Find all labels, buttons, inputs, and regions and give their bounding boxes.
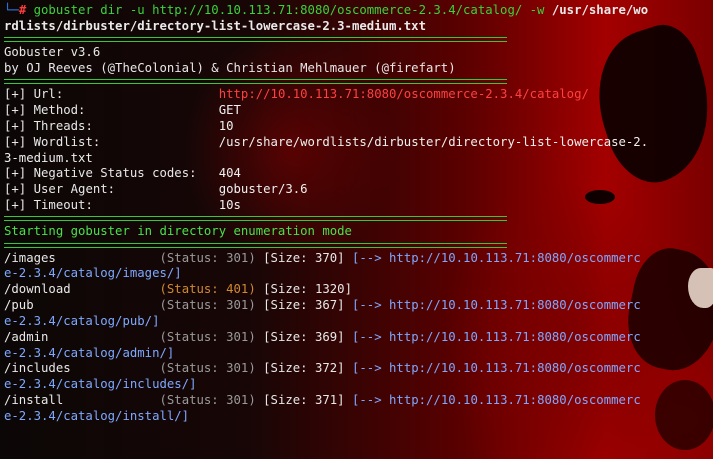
- banner-version: Gobuster v3.6: [4, 45, 101, 60]
- result-row-continuation: e-2.3.4/catalog/admin/]: [4, 345, 175, 360]
- config-negative-status: [+] Negative Status codes: 404: [4, 166, 241, 181]
- redirect-link[interactable]: http://10.10.113.71:8080/oscommerc: [389, 330, 641, 344]
- redirect-link[interactable]: http://10.10.113.71:8080/oscommerc: [389, 251, 641, 265]
- separator: [4, 79, 648, 87]
- separator: [4, 242, 648, 251]
- redirect-link[interactable]: http://10.10.113.71:8080/oscommerc: [389, 361, 641, 375]
- wordlist-path-part1: /usr/share/wo: [551, 3, 649, 17]
- separator: [4, 37, 648, 45]
- command-text: gobuster dir -u http://10.10.113.71:8080…: [33, 3, 552, 17]
- config-wordlist-continuation: 3-medium.txt: [4, 150, 93, 165]
- result-row: /pub (Status: 301) [Size: 367] [--> http…: [4, 298, 641, 313]
- status-line: Starting gobuster in directory enumerati…: [4, 224, 352, 239]
- separator: [4, 216, 648, 224]
- result-row: /includes (Status: 301) [Size: 372] [-->…: [4, 361, 641, 376]
- wordlist-path-part2: rdlists/dirbuster/directory-list-lowerca…: [4, 18, 426, 33]
- result-row-continuation: e-2.3.4/catalog/pub/]: [4, 313, 160, 328]
- banner-authors: by OJ Reeves (@TheColonial) & Christian …: [4, 60, 456, 75]
- result-row-continuation: e-2.3.4/catalog/install/]: [4, 408, 190, 423]
- command-line-2: rdlists/dirbuster/directory-list-lowerca…: [4, 19, 648, 35]
- config-threads: [+] Threads: 10: [4, 118, 234, 133]
- config-timeout: [+] Timeout: 10s: [4, 198, 241, 213]
- result-row-continuation: e-2.3.4/catalog/images/]: [4, 266, 182, 281]
- command-line-1: └─# gobuster dir -u http://10.10.113.71:…: [4, 3, 648, 19]
- config-url: [+] Url: http://10.10.113.71:8080/oscomm…: [4, 87, 589, 102]
- config-method: [+] Method: GET: [4, 103, 241, 117]
- result-row: /download (Status: 401) [Size: 1320]: [4, 282, 352, 297]
- prompt-corner: └─: [4, 3, 19, 17]
- redirect-link[interactable]: http://10.10.113.71:8080/oscommerc: [389, 393, 641, 407]
- result-row-continuation: e-2.3.4/catalog/includes/]: [4, 377, 197, 392]
- terminal-output[interactable]: └─# gobuster dir -u http://10.10.113.71:…: [4, 3, 648, 425]
- wallpaper-crow-shape: [655, 380, 713, 450]
- result-row: /admin (Status: 301) [Size: 369] [--> ht…: [4, 329, 641, 344]
- result-row: /images (Status: 301) [Size: 370] [--> h…: [4, 250, 641, 265]
- config-wordlist: [+] Wordlist: /usr/share/wordlists/dirbu…: [4, 134, 649, 149]
- config-user-agent: [+] User Agent: gobuster/3.6: [4, 182, 308, 197]
- redirect-link[interactable]: http://10.10.113.71:8080/oscommerc: [389, 298, 641, 312]
- result-row: /install (Status: 301) [Size: 371] [--> …: [4, 393, 641, 408]
